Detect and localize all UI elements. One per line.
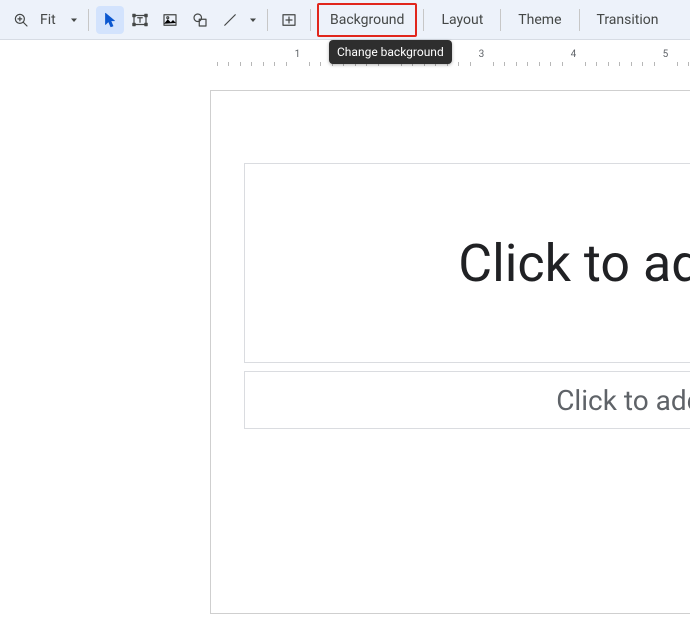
shape-tool-button[interactable] xyxy=(186,6,214,34)
separator xyxy=(423,9,424,31)
title-placeholder[interactable]: Click to add title xyxy=(244,163,690,363)
layout-button[interactable]: Layout xyxy=(431,6,493,34)
separator xyxy=(88,9,89,31)
ruler-label: 1 xyxy=(295,49,301,60)
title-placeholder-text: Click to add title xyxy=(245,233,690,294)
zoom-control[interactable]: Fit xyxy=(6,6,82,34)
zoom-dropdown-icon[interactable] xyxy=(66,6,82,34)
zoom-icon[interactable] xyxy=(7,6,35,34)
annotation-highlight: Background xyxy=(317,3,417,37)
subtitle-placeholder[interactable]: Click to add subtitle xyxy=(244,371,690,429)
slide[interactable]: Click to add title Click to add subtitle xyxy=(210,90,690,614)
separator xyxy=(579,9,580,31)
tooltip-change-background: Change background xyxy=(329,40,452,64)
comment-button[interactable] xyxy=(275,6,303,34)
theme-button[interactable]: Theme xyxy=(508,6,571,34)
separator xyxy=(267,9,268,31)
ruler-label: 4 xyxy=(571,49,577,60)
textbox-tool-button[interactable] xyxy=(126,6,154,34)
line-dropdown-icon[interactable] xyxy=(245,6,261,34)
zoom-label: Fit xyxy=(36,12,66,28)
canvas-area[interactable]: Click to add title Click to add subtitle xyxy=(0,66,690,643)
line-tool-button[interactable] xyxy=(216,6,244,34)
ruler-label: 3 xyxy=(479,49,485,60)
ruler-label: 5 xyxy=(663,49,669,60)
separator xyxy=(310,9,311,31)
toolbar: Fit Background Layout xyxy=(0,0,690,40)
subtitle-placeholder-text: Click to add subtitle xyxy=(245,384,690,417)
image-tool-button[interactable] xyxy=(156,6,184,34)
select-tool-button[interactable] xyxy=(96,6,124,34)
separator xyxy=(500,9,501,31)
transition-button[interactable]: Transition xyxy=(587,6,669,34)
background-button[interactable]: Background xyxy=(320,5,414,35)
